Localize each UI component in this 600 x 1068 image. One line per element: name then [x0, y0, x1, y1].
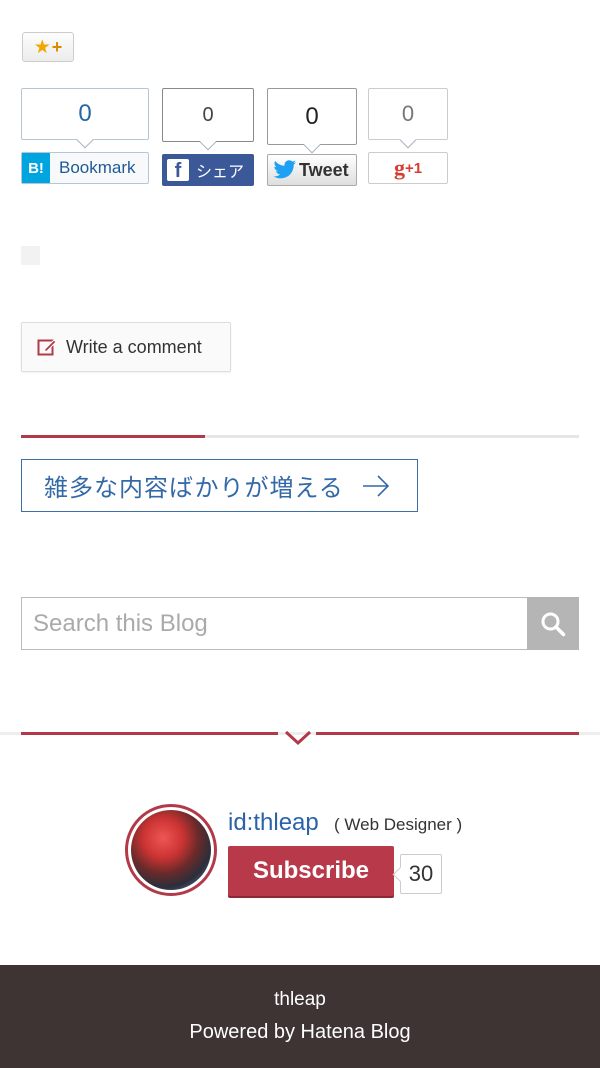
search-input[interactable]: Search this Blog — [21, 597, 527, 650]
write-comment-label: Write a comment — [66, 336, 202, 357]
google-plus-button[interactable]: g +1 — [368, 152, 448, 184]
facebook-icon: f — [167, 159, 189, 181]
facebook-share-label: シェア — [196, 164, 245, 181]
hatena-bookmark-label: Bookmark — [59, 158, 136, 177]
footer-separator-right — [316, 732, 579, 735]
twitter-tweet-button[interactable]: Tweet — [267, 154, 357, 186]
next-entry-title: 雑多な内容ばかりが増える — [44, 475, 344, 502]
google-plus-label: +1 — [404, 159, 423, 177]
twitter-bird-icon — [273, 160, 296, 179]
footer-separator-left — [21, 732, 278, 735]
footer-powered-by[interactable]: Powered by Hatena Blog — [0, 1021, 600, 1044]
search-icon — [541, 612, 566, 636]
footer-blog-name[interactable]: thleap — [0, 989, 600, 1011]
placeholder-box — [21, 246, 40, 265]
page-footer: thleap Powered by Hatena Blog — [0, 965, 600, 1068]
google-plus-count[interactable]: 0 — [368, 88, 448, 140]
next-entry-link[interactable]: 雑多な内容ばかりが増える — [21, 459, 418, 512]
add-star-button[interactable]: ★ + — [22, 32, 74, 62]
subscribe-button[interactable]: Subscribe — [228, 846, 394, 896]
plus-icon: + — [51, 37, 63, 57]
hatena-bookmark-icon: B! — [22, 153, 50, 183]
facebook-share-count[interactable]: 0 — [162, 88, 254, 142]
twitter-tweet-label: Tweet — [299, 159, 349, 180]
search-button[interactable] — [527, 597, 579, 650]
blog-search: Search this Blog — [21, 597, 579, 650]
google-plus-icon: g — [393, 155, 405, 180]
hatena-bookmark-button[interactable]: B! Bookmark — [21, 152, 149, 184]
subscriber-count: 30 — [400, 854, 442, 894]
author-id-link[interactable]: id:thleap — [228, 809, 319, 837]
author-avatar[interactable] — [125, 804, 217, 896]
facebook-share-button[interactable]: f シェア — [162, 154, 254, 186]
avatar-image — [131, 810, 211, 890]
section-divider-accent — [21, 435, 205, 438]
author-role: ( Web Designer ) — [334, 815, 463, 834]
hatena-bookmark-count[interactable]: 0 — [21, 88, 149, 140]
arrow-right-icon — [362, 474, 389, 497]
write-comment-button[interactable]: Write a comment — [21, 322, 231, 372]
chevron-down-icon — [284, 730, 312, 746]
twitter-tweet-count[interactable]: 0 — [267, 88, 357, 145]
star-icon: ★ — [33, 36, 51, 58]
pencil-icon — [37, 339, 57, 356]
